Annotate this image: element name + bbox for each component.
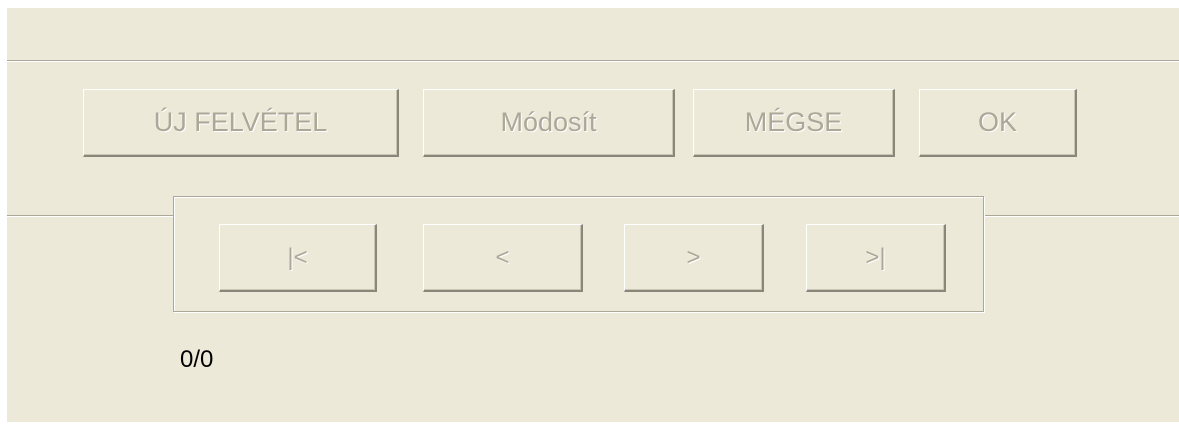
form-window: ÚJ FELVÉTEL Módosít MÉGSE OK |< < > >| 0… [7,8,1179,422]
next-record-button[interactable]: > [624,224,764,292]
last-record-button[interactable]: >| [806,224,946,292]
ok-button[interactable]: OK [919,89,1077,157]
first-record-button[interactable]: |< [219,224,377,292]
cancel-button[interactable]: MÉGSE [693,89,895,157]
record-counter: 0/0 [180,346,214,373]
previous-record-button[interactable]: < [423,224,583,292]
top-separator [7,60,1179,62]
new-record-button[interactable]: ÚJ FELVÉTEL [83,89,399,157]
modify-button[interactable]: Módosít [423,89,675,157]
